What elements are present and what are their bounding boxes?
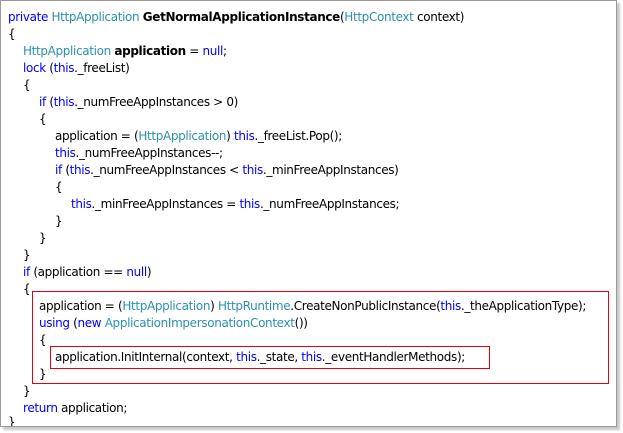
code-token: } (23, 248, 31, 262)
code-line-16: if (application == null) (23, 264, 152, 281)
code-token: return (23, 401, 58, 415)
code-token: null (202, 44, 223, 58)
code-token: this (233, 129, 255, 143)
code-token: if (23, 265, 30, 279)
code-screenshot-frame: private HttpApplication GetNormalApplica… (0, 0, 617, 427)
highlight-box-inner (50, 346, 490, 369)
code-token: ( (45, 61, 54, 75)
code-token: ._numFreeAppInstances; (259, 197, 400, 211)
code-token: { (23, 282, 31, 296)
code-token: } (8, 415, 16, 427)
code-token: this (69, 163, 91, 177)
code-line-2: { (8, 26, 16, 43)
code-token: ._minFreeAppInstances) (262, 163, 399, 177)
code-token: if (55, 163, 62, 177)
code-token: = (185, 44, 203, 58)
code-token: this (53, 61, 75, 75)
code-token: HttpApplication (138, 129, 227, 143)
code-token: application (114, 44, 186, 58)
code-token: lock (23, 61, 46, 75)
code-token: if (39, 95, 46, 109)
code-token: this (55, 146, 76, 160)
code-token: { (8, 27, 16, 41)
code-token: { (23, 78, 31, 92)
code-line-23: } (23, 383, 31, 400)
code-line-5: { (23, 77, 31, 94)
code-token: null (126, 265, 147, 279)
code-line-9: this._numFreeAppInstances--; (55, 145, 223, 162)
code-token: ._numFreeAppInstances > 0) (74, 95, 238, 109)
code-token: ( (61, 163, 70, 177)
code-line-17: { (23, 281, 31, 298)
code-token: ._freeList) (74, 61, 130, 75)
code-token: (application == (29, 265, 127, 279)
code-line-24: return application; (23, 400, 127, 417)
code-token: } (39, 231, 47, 245)
code-line-13: } (55, 213, 63, 230)
code-token: HttpApplication (23, 44, 115, 58)
code-token: this (239, 197, 260, 211)
code-line-10: if (this._numFreeAppInstances < this._mi… (55, 162, 399, 179)
code-token: ) (146, 265, 152, 279)
code-token: { (39, 112, 47, 126)
code-line-1: private HttpApplication GetNormalApplica… (8, 9, 464, 26)
code-token: ._numFreeAppInstances--; (75, 146, 224, 160)
code-line-12: this._minFreeAppInstances = this._numFre… (71, 196, 400, 213)
code-token: context) (413, 10, 465, 24)
code-line-14: } (39, 230, 47, 247)
code-token: this (242, 163, 263, 177)
code-token: HttpContext (344, 10, 414, 24)
code-token: ( (45, 95, 54, 109)
code-line-3: HttpApplication application = null; (23, 43, 227, 60)
code-token: ; (222, 44, 227, 58)
code-token: GetNormalApplicationInstance (142, 10, 341, 24)
highlight-box-outer (32, 291, 609, 384)
code-token: this (53, 95, 75, 109)
code-token: ) (226, 129, 234, 143)
code-token: private (8, 10, 52, 24)
code-line-8: application = (HttpApplication) this._fr… (55, 128, 342, 145)
code-line-7: { (39, 111, 47, 128)
code-token: application = ( (55, 129, 139, 143)
code-token: ._numFreeAppInstances < (90, 163, 243, 177)
code-token: } (55, 214, 63, 228)
code-line-25: } (8, 414, 16, 427)
code-token: } (23, 384, 31, 398)
code-line-11: { (55, 179, 63, 196)
code-line-4: lock (this._freeList) (23, 60, 130, 77)
code-token: application; (57, 401, 128, 415)
code-token: { (55, 180, 63, 194)
code-token: ._freeList.Pop(); (254, 129, 342, 143)
code-line-15: } (23, 247, 31, 264)
code-token: HttpApplication (51, 10, 143, 24)
code-token: this (71, 197, 92, 211)
code-line-6: if (this._numFreeAppInstances > 0) (39, 94, 238, 111)
code-token: ._minFreeAppInstances = (91, 197, 240, 211)
